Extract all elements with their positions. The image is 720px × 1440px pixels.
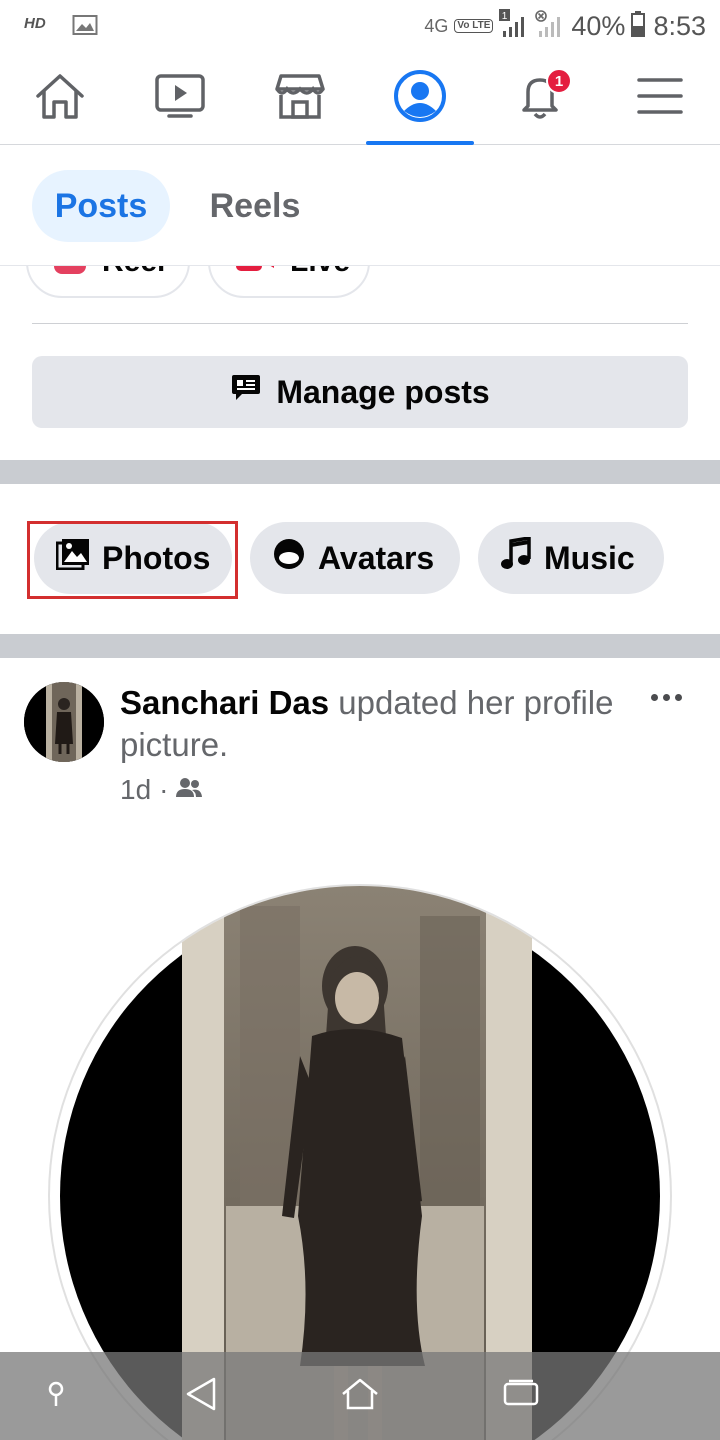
volte-indicator: Vo LTE <box>454 19 494 33</box>
music-chip-label: Music <box>544 539 635 576</box>
avatars-chip[interactable]: Avatars <box>250 522 460 594</box>
marketplace-icon <box>274 72 326 125</box>
nav-notifications[interactable]: 1 <box>480 52 600 144</box>
post-meta: 1d · <box>120 774 203 806</box>
post-headline: Sanchari Das updated her profile picture… <box>120 682 640 766</box>
battery-icon <box>631 10 646 42</box>
divider <box>32 323 688 324</box>
signal-icon: 1 <box>499 8 529 44</box>
meta-separator: · <box>159 774 169 805</box>
home-button[interactable] <box>334 1372 386 1420</box>
tab-reels[interactable]: Reels <box>200 170 310 242</box>
status-bar: HD 4G Vo LTE 1 40% 8:53 <box>0 0 720 52</box>
menu-icon <box>637 76 683 121</box>
nav-marketplace[interactable] <box>240 52 360 144</box>
section-separator <box>0 460 720 484</box>
battery-percent: 40% <box>571 10 626 41</box>
reel-icon <box>52 266 88 284</box>
author-avatar[interactable] <box>24 682 104 762</box>
signal-no-service-icon <box>535 9 565 44</box>
home-icon <box>34 72 86 125</box>
back-icon <box>184 1376 218 1417</box>
more-options-icon <box>650 693 682 701</box>
tab-posts[interactable]: Posts <box>32 170 170 242</box>
reel-chip[interactable]: Reel <box>26 266 190 298</box>
post-options-button[interactable] <box>644 680 688 714</box>
music-chip[interactable]: Music <box>478 522 664 594</box>
live-chip[interactable]: Live <box>208 266 370 298</box>
top-nav: 1 <box>0 52 720 145</box>
nav-profile[interactable] <box>360 52 480 145</box>
nav-watch[interactable] <box>120 52 240 144</box>
recents-icon <box>503 1379 539 1414</box>
author-name[interactable]: Sanchari Das <box>120 684 329 721</box>
live-chip-label: Live <box>290 266 350 279</box>
post-time[interactable]: 1d <box>120 774 151 806</box>
section-separator <box>0 634 720 658</box>
avatar-icon <box>272 537 306 579</box>
clock: 8:53 <box>653 10 706 41</box>
profile-tabs: Posts Reels <box>0 146 720 266</box>
notification-badge: 1 <box>546 68 572 94</box>
recents-button[interactable] <box>496 1372 546 1420</box>
nav-menu[interactable] <box>600 52 720 144</box>
gallery-icon <box>72 14 98 41</box>
system-navigation-bar <box>0 1352 720 1440</box>
manage-posts-icon <box>230 372 262 412</box>
pin-button[interactable] <box>34 1372 78 1420</box>
music-note-icon <box>500 535 532 579</box>
home-nav-icon <box>340 1376 380 1417</box>
avatars-chip-label: Avatars <box>318 539 435 576</box>
create-chips-row: Reel Live <box>0 266 720 322</box>
live-icon <box>234 266 276 283</box>
nav-home[interactable] <box>0 52 120 144</box>
sim-badge: 1 <box>502 11 508 22</box>
watch-icon <box>154 73 206 124</box>
manage-posts-label: Manage posts <box>276 373 490 410</box>
back-button[interactable] <box>176 1372 226 1420</box>
manage-posts-button[interactable]: Manage posts <box>32 356 688 428</box>
network-type: 4G <box>424 15 449 36</box>
profile-icon <box>393 69 447 128</box>
hd-indicator: HD <box>24 15 46 32</box>
reel-chip-label: Reel <box>102 266 165 279</box>
friends-icon <box>176 774 203 806</box>
photos-highlight-box <box>27 521 238 599</box>
pin-icon <box>46 1380 66 1413</box>
